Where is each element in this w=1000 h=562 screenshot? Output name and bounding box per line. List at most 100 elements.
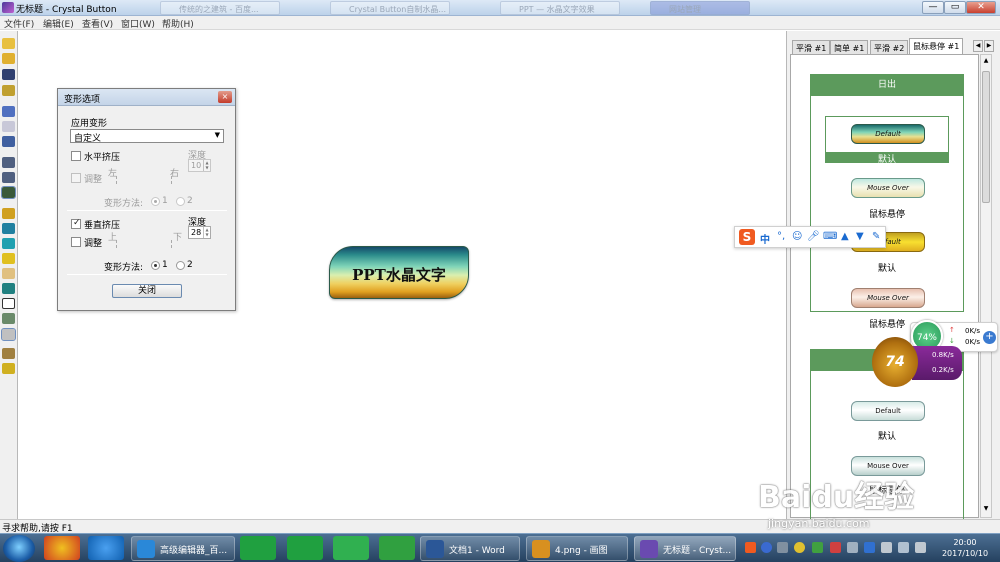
spinner-arrows-icon[interactable]: ▲ ▼ xyxy=(203,227,210,238)
speed-widget[interactable]: 0.8K/s 0.2K/s xyxy=(912,346,962,380)
h-squeeze-checkbox[interactable] xyxy=(71,151,81,161)
app-green-icon[interactable] xyxy=(240,536,276,560)
transform-icon[interactable] xyxy=(1,328,16,341)
close-dialog-button[interactable]: 关闭 xyxy=(112,284,182,298)
tab-smooth-1[interactable]: 平滑 #1 xyxy=(792,40,831,54)
spinner-arrows-icon[interactable]: ▲ ▼ xyxy=(203,160,210,171)
home-icon[interactable] xyxy=(2,348,15,359)
v-method-radio-2[interactable] xyxy=(176,261,185,270)
monitor-tray-icon[interactable] xyxy=(847,542,858,553)
menu-file[interactable]: 文件(F) xyxy=(4,17,34,30)
image-icon[interactable] xyxy=(2,223,15,234)
h-method-radio-1[interactable] xyxy=(151,197,160,206)
export-icon[interactable] xyxy=(2,85,15,96)
save-icon[interactable] xyxy=(2,69,15,80)
add-icon[interactable]: + xyxy=(983,331,996,344)
user-icon[interactable]: ▲ xyxy=(841,231,849,242)
tab-scroll-left-icon[interactable]: ◀ xyxy=(973,40,983,52)
flag-tray-icon[interactable] xyxy=(881,542,892,553)
style-preview-default[interactable]: Default xyxy=(851,124,925,144)
copy-icon[interactable] xyxy=(2,136,15,147)
taskbar-item-paint[interactable]: 4.png - 画图 xyxy=(526,536,628,561)
chart-icon[interactable] xyxy=(2,313,15,324)
close-button[interactable]: ✕ xyxy=(966,1,996,14)
ie-icon[interactable] xyxy=(88,536,124,560)
emoji-icon[interactable]: ☺ xyxy=(792,231,802,242)
menu-edit[interactable]: 编辑(E) xyxy=(43,17,74,30)
effect-icon[interactable] xyxy=(2,268,15,279)
minimize-button[interactable]: — xyxy=(922,1,944,14)
light-icon[interactable] xyxy=(2,253,15,264)
tab-scroll-right-icon[interactable]: ▶ xyxy=(984,40,994,52)
sogou-logo-icon[interactable]: S xyxy=(739,229,755,245)
ime-language[interactable]: 中 xyxy=(760,231,770,246)
v-squeeze-checkbox[interactable] xyxy=(71,218,81,229)
menu-help[interactable]: 帮助(H) xyxy=(162,17,194,30)
transform-select[interactable]: 自定义 ▼ xyxy=(70,129,224,144)
tab-simple-1[interactable]: 简单 #1 xyxy=(830,40,869,54)
app-360-icon[interactable] xyxy=(44,536,80,560)
shield-tray-icon[interactable] xyxy=(864,542,875,553)
iqiyi-icon[interactable] xyxy=(333,536,369,560)
expand-tray-icon[interactable] xyxy=(777,542,788,553)
chrome-tray-icon[interactable] xyxy=(794,542,805,553)
h-method-radio-2[interactable] xyxy=(176,197,185,206)
shape-icon[interactable] xyxy=(1,186,16,199)
redo-icon[interactable] xyxy=(2,121,15,132)
border-icon[interactable] xyxy=(2,298,15,309)
background-tab[interactable]: PPT — 水晶文字效果 xyxy=(500,1,620,15)
help-tray-icon[interactable] xyxy=(761,542,772,553)
keyboard-icon[interactable]: ⌨ xyxy=(823,231,837,242)
app-tray-icon[interactable] xyxy=(812,542,823,553)
undo-icon[interactable] xyxy=(2,106,15,117)
scroll-up-icon[interactable]: ▲ xyxy=(982,57,990,67)
v-adjust-checkbox[interactable] xyxy=(71,237,81,247)
style-preview-mouseover-rose[interactable]: Mouse Over xyxy=(851,288,925,308)
sogou-tray-icon[interactable] xyxy=(745,542,756,553)
app-tray-icon-2[interactable] xyxy=(830,542,841,553)
tab-smooth-2[interactable]: 平滑 #2 xyxy=(870,40,909,54)
menu-view[interactable]: 查看(V) xyxy=(82,17,113,30)
h-depth-spinner[interactable]: 10 ▲ ▼ xyxy=(188,159,211,172)
style-preview-mouseover[interactable]: Mouse Over xyxy=(851,178,925,198)
new-icon[interactable] xyxy=(2,38,15,49)
dialog-title-bar[interactable]: 变形选项 × xyxy=(58,89,235,106)
skin-icon[interactable]: ▼ xyxy=(856,231,864,242)
zoom-in-icon[interactable] xyxy=(2,157,15,168)
help-icon[interactable] xyxy=(2,363,15,374)
pattern-icon[interactable] xyxy=(2,238,15,249)
taskbar-item-crystal[interactable]: 无标题 - Cryst... xyxy=(634,536,736,561)
taskbar-item-word[interactable]: 文档1 - Word xyxy=(420,536,520,561)
taskbar-item-editor[interactable]: 高级编辑器_百... xyxy=(131,536,235,561)
punctuation-icon[interactable]: °, xyxy=(777,231,785,242)
tab-mouseover-1[interactable]: 鼠标悬停 #1 xyxy=(909,38,964,54)
style-preview-default-silver[interactable]: Default xyxy=(851,401,925,421)
microphone-icon[interactable]: 🎤︎ xyxy=(807,231,820,242)
v-depth-spinner[interactable]: 28 ▲ ▼ xyxy=(188,226,211,239)
app-arrow-icon[interactable] xyxy=(379,536,415,560)
network-tray-icon[interactable] xyxy=(898,542,909,553)
dialog-close-button[interactable]: × xyxy=(218,91,232,103)
pencil-icon[interactable] xyxy=(2,208,15,219)
zoom-out-icon[interactable] xyxy=(2,172,15,183)
app-green-icon-2[interactable] xyxy=(287,536,323,560)
crystal-button-preview[interactable]: PPT水晶文字 xyxy=(329,246,469,299)
scroll-down-icon[interactable]: ▼ xyxy=(982,505,990,515)
open-icon[interactable] xyxy=(2,53,15,64)
clock[interactable]: 20:00 2017/10/10 xyxy=(934,537,996,559)
ime-toolbar[interactable]: S 中 °, ☺ 🎤︎ ⌨ ▲ ▼ ✎ xyxy=(734,226,886,248)
start-button[interactable] xyxy=(3,535,35,562)
color-icon[interactable] xyxy=(2,283,15,294)
background-tab[interactable]: 网站管理 xyxy=(650,1,750,15)
background-tab[interactable]: 传统的之建筑 - 百度... xyxy=(160,1,280,15)
accelerator-cat-icon[interactable]: 74 xyxy=(872,337,918,387)
v-method-radio-1[interactable] xyxy=(151,261,160,270)
scroll-thumb[interactable] xyxy=(982,71,990,203)
background-tab[interactable]: Crystal Button自制水晶... xyxy=(330,1,450,15)
settings-icon[interactable]: ✎ xyxy=(872,231,880,242)
panel-scrollbar[interactable]: ▲ ▼ xyxy=(980,54,992,518)
h-adjust-checkbox[interactable] xyxy=(71,173,81,183)
menu-window[interactable]: 窗口(W) xyxy=(121,17,155,30)
volume-tray-icon[interactable] xyxy=(915,542,926,553)
maximize-button[interactable]: ▭ xyxy=(944,1,966,14)
